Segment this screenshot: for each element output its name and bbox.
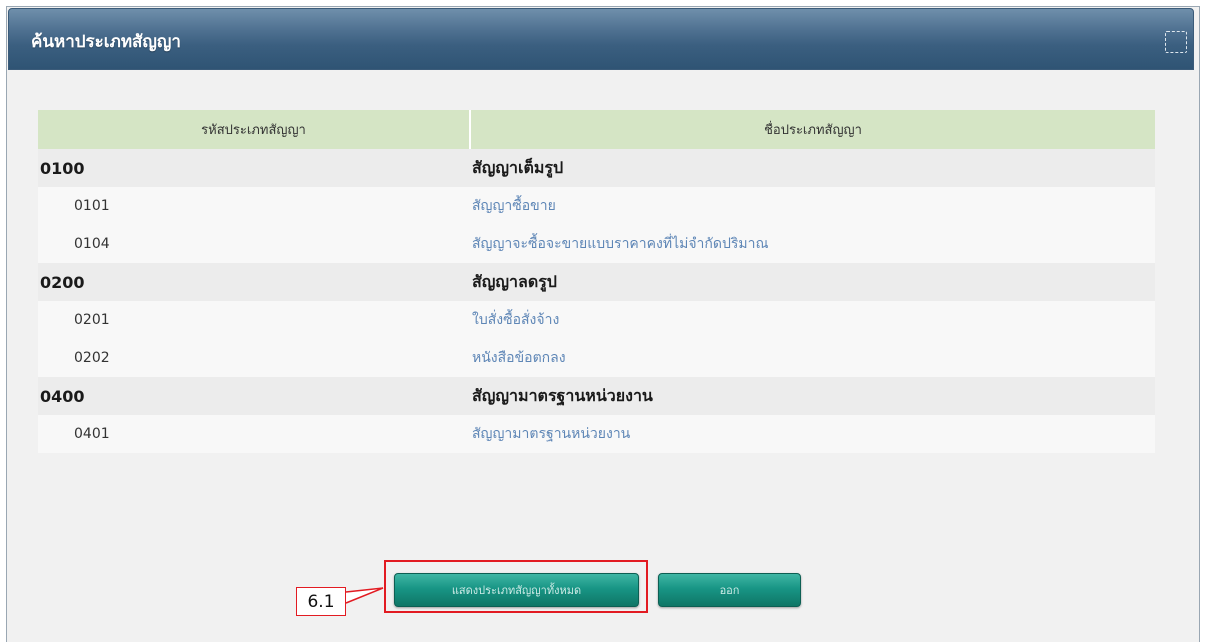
annotation-label: 6.1 [296, 587, 346, 616]
annotation-callout-arrow [345, 587, 384, 604]
